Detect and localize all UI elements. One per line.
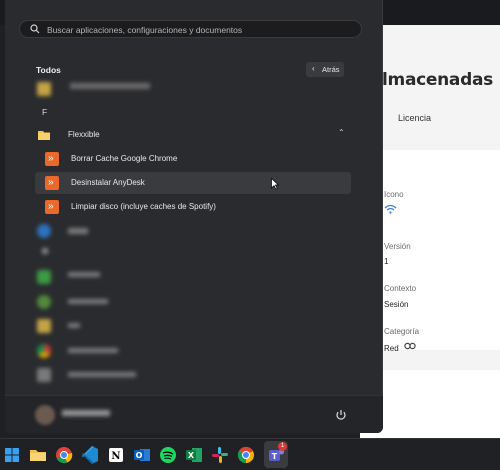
field-value-contexto: Sesión	[384, 300, 409, 309]
svg-text:O: O	[136, 451, 143, 460]
chevron-left-icon: ‹	[312, 64, 315, 73]
field-value-version: 1	[384, 257, 389, 266]
start-search-box[interactable]: Buscar aplicaciones, configuraciones y d…	[19, 20, 362, 38]
list-item[interactable]	[35, 315, 351, 337]
list-item[interactable]	[35, 220, 351, 242]
folder-icon	[37, 82, 51, 96]
app-icon	[37, 224, 51, 238]
app-icon	[37, 368, 51, 382]
folder-flexxible[interactable]: Flexxible	[35, 124, 351, 146]
user-name[interactable]	[62, 410, 110, 416]
chevron-up-icon[interactable]: ⌃	[338, 128, 345, 137]
wifi-icon	[384, 204, 397, 214]
chrome-icon[interactable]	[54, 445, 74, 465]
field-value-categoria: Red	[384, 344, 399, 353]
spotify-icon[interactable]	[158, 445, 178, 465]
chrome-alt-icon[interactable]	[236, 445, 256, 465]
flexxible-app-icon	[45, 152, 59, 166]
outlook-icon[interactable]: O	[132, 445, 152, 465]
folder-icon	[38, 131, 50, 140]
field-label-icono: Icono	[384, 190, 404, 199]
app-limpiar-disco[interactable]: Limpiar disco (incluye caches de Spotify…	[35, 196, 351, 218]
flexxible-app-icon	[45, 176, 59, 190]
field-label-version: Versión	[384, 242, 411, 251]
svg-text:N: N	[111, 451, 120, 462]
notion-icon[interactable]: N	[106, 445, 126, 465]
windows-start-icon[interactable]	[2, 445, 22, 465]
app-label: Limpiar disco (incluye caches de Spotify…	[71, 202, 216, 211]
letter-heading-f[interactable]: F	[42, 107, 47, 117]
list-item[interactable]	[35, 266, 351, 288]
notification-badge: 1	[278, 442, 287, 451]
excel-icon[interactable]: X	[184, 445, 204, 465]
field-label-contexto: Contexto	[384, 284, 417, 293]
power-icon[interactable]	[335, 409, 347, 421]
background-page-title: lmacenadas	[382, 70, 493, 90]
app-label: Desinstalar AnyDesk	[71, 178, 145, 187]
list-item[interactable]	[35, 78, 351, 100]
app-label: Borrar Cache Google Chrome	[71, 154, 178, 163]
app-desinstalar-anydesk[interactable]: Desinstalar AnyDesk	[35, 172, 351, 194]
network-link-icon	[404, 342, 416, 350]
flexxible-app-icon	[45, 200, 59, 214]
list-item[interactable]	[35, 340, 351, 362]
tab-licencia[interactable]: Licencia	[398, 113, 431, 123]
search-placeholder: Buscar aplicaciones, configuraciones y d…	[47, 25, 243, 35]
svg-text:T: T	[272, 452, 278, 461]
vscode-icon[interactable]	[80, 445, 100, 465]
search-icon	[30, 24, 40, 34]
chrome-icon	[37, 344, 51, 358]
file-explorer-icon[interactable]	[28, 445, 48, 465]
start-menu: Buscar aplicaciones, configuraciones y d…	[5, 0, 383, 433]
avatar[interactable]	[35, 405, 55, 425]
letter-heading[interactable]	[42, 248, 48, 254]
taskbar: N O X T 1	[0, 438, 500, 470]
all-apps-heading: Todos	[36, 65, 61, 75]
folder-label: Flexxible	[68, 130, 100, 139]
slack-icon[interactable]	[210, 445, 230, 465]
folder-icon	[37, 319, 51, 333]
list-item[interactable]	[35, 291, 351, 313]
app-icon	[37, 295, 51, 309]
back-button[interactable]: ‹ Atrás	[306, 62, 344, 77]
app-icon	[37, 270, 51, 284]
svg-text:X: X	[188, 451, 195, 460]
back-button-label: Atrás	[322, 65, 340, 74]
field-label-categoria: Categoría	[384, 327, 420, 336]
app-borrar-cache-chrome[interactable]: Borrar Cache Google Chrome	[35, 148, 351, 170]
mouse-cursor-icon	[271, 178, 279, 190]
list-item[interactable]	[35, 364, 351, 386]
start-menu-footer	[5, 395, 383, 433]
